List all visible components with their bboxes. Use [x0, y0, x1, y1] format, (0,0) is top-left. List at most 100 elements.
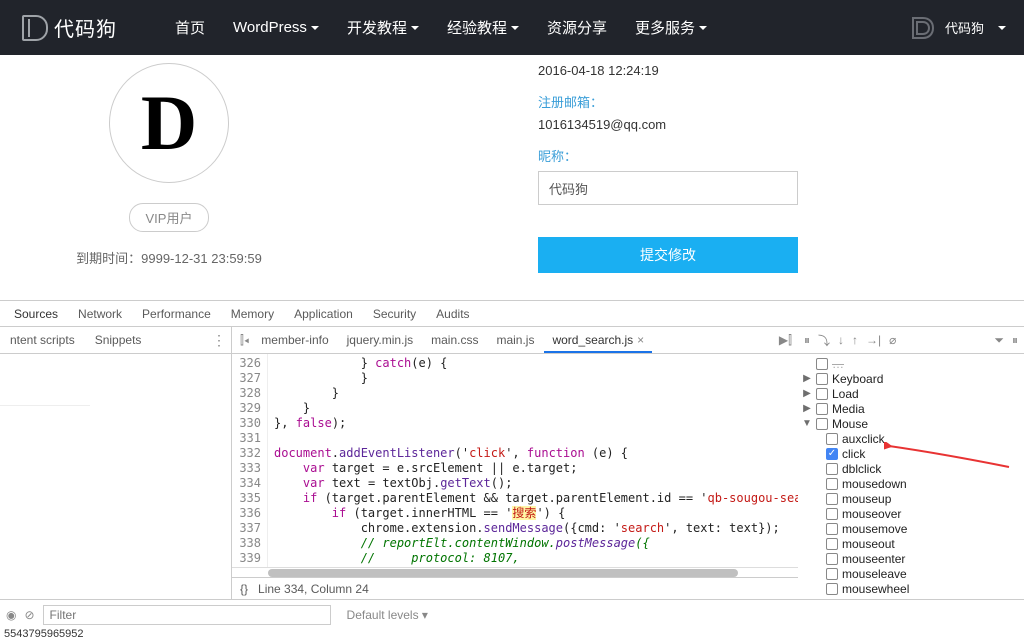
event-category[interactable]: … [798, 356, 1024, 371]
avatar-letter: D [141, 84, 197, 162]
event-listener-click[interactable]: ✓click [798, 446, 1024, 461]
log-levels-dropdown[interactable]: Default levels ▾ [347, 608, 428, 622]
async-icon[interactable]: ⏷ [994, 333, 1004, 348]
nav-item-2[interactable]: 开发教程 [333, 0, 433, 55]
file-tab[interactable]: main.css [423, 327, 486, 354]
step-over-icon[interactable]: ⤵ [818, 332, 830, 349]
step-into-icon[interactable]: ↓ [838, 333, 844, 347]
event-category[interactable]: ▶Load [798, 386, 1024, 401]
file-tab[interactable]: jquery.min.js [339, 327, 421, 354]
devtools-tab-memory[interactable]: Memory [221, 301, 284, 327]
event-listener-mousewheel[interactable]: mousewheel [798, 581, 1024, 596]
devtools-tab-application[interactable]: Application [284, 301, 363, 327]
checkbox[interactable] [816, 373, 828, 385]
checkbox[interactable] [816, 418, 828, 430]
chevron-down-icon [699, 26, 707, 30]
deactivate-bp-icon[interactable]: ⌀ [889, 333, 896, 347]
devtools-tab-network[interactable]: Network [68, 301, 132, 327]
checkbox[interactable] [826, 553, 838, 565]
email-value: 1016134519@qq.com [538, 117, 1024, 132]
devtools-tab-security[interactable]: Security [363, 301, 426, 327]
step-icon[interactable]: →| [866, 333, 881, 347]
checkbox[interactable]: ✓ [826, 448, 838, 460]
page-content: D VIP用户 到期时间：9999-12-31 23:59:59 2016-04… [0, 55, 1024, 300]
event-category[interactable]: ▼Mouse [798, 416, 1024, 431]
event-listener-mouseleave[interactable]: mouseleave [798, 566, 1024, 581]
file-nav-icon[interactable]: ⫿◂ [238, 333, 251, 348]
checkbox[interactable] [826, 538, 838, 550]
more-icon[interactable]: ⋮ [212, 332, 225, 349]
profile-left: D VIP用户 到期时间：9999-12-31 23:59:59 [0, 59, 338, 300]
chevron-down-icon [998, 26, 1006, 30]
nav-item-5[interactable]: 更多服务 [621, 0, 721, 55]
event-listener-mousedown[interactable]: mousedown [798, 476, 1024, 491]
top-nav: 代码狗 首页WordPress开发教程经验教程资源分享更多服务 代码狗 [0, 0, 1024, 55]
clear-icon[interactable]: ⊘ [24, 608, 34, 622]
checkbox[interactable] [826, 433, 838, 445]
event-listener-dblclick[interactable]: dblclick [798, 461, 1024, 476]
console-filter-input[interactable] [43, 605, 331, 625]
close-icon[interactable]: × [637, 333, 644, 347]
event-listener-mouseup[interactable]: mouseup [798, 491, 1024, 506]
code-panel: ⫿◂ member-infojquery.min.jsmain.cssmain.… [232, 327, 798, 599]
pause-on-ex-icon[interactable]: ⏸ [1012, 333, 1018, 348]
file-tab[interactable]: word_search.js× [544, 328, 652, 353]
event-category[interactable]: ▶Keyboard [798, 371, 1024, 386]
line-gutter: 3263273283293303313323333343353363373383… [232, 354, 268, 567]
devtools-tabs: SourcesNetworkPerformanceMemoryApplicati… [0, 301, 1024, 327]
nav-item-1[interactable]: WordPress [219, 0, 333, 55]
file-tab[interactable]: member-info [253, 327, 336, 354]
file-tab[interactable]: main.js [488, 327, 542, 354]
checkbox[interactable] [826, 478, 838, 490]
nav-item-3[interactable]: 经验教程 [433, 0, 533, 55]
checkbox[interactable] [826, 493, 838, 505]
event-listener-mouseenter[interactable]: mouseenter [798, 551, 1024, 566]
checkbox[interactable] [826, 583, 838, 595]
user-avatar-icon[interactable] [909, 15, 935, 41]
checkbox[interactable] [826, 508, 838, 520]
chevron-down-icon [511, 26, 519, 30]
footer-number: 5543795965952 [0, 626, 88, 642]
submit-button[interactable]: 提交修改 [538, 237, 798, 273]
chevron-down-icon [411, 26, 419, 30]
braces-icon[interactable]: {} [240, 582, 248, 596]
horizontal-scrollbar[interactable] [232, 567, 798, 577]
checkbox[interactable] [826, 568, 838, 580]
vip-badge: VIP用户 [129, 203, 210, 232]
nick-label: 昵称： [538, 146, 1024, 165]
checkbox[interactable] [826, 523, 838, 535]
devtools-tab-performance[interactable]: Performance [132, 301, 221, 327]
avatar: D [109, 63, 229, 183]
devtools-tab-sources[interactable]: Sources [4, 301, 68, 327]
user-menu[interactable]: 代码狗 [945, 18, 984, 37]
nav-item-0[interactable]: 首页 [161, 0, 219, 55]
step-out-icon[interactable]: ↑ [852, 333, 858, 347]
pause-icon[interactable]: ⏸ [804, 333, 810, 348]
code-area[interactable]: } catch(e) { } } } }, false); document.a… [268, 354, 798, 567]
event-listener-mouseout[interactable]: mouseout [798, 536, 1024, 551]
nickname-input[interactable] [538, 171, 798, 205]
checkbox[interactable] [826, 463, 838, 475]
console-bar: ◉ ⊘ Default levels ▾ [0, 599, 1024, 629]
nav-item-4[interactable]: 资源分享 [533, 0, 621, 55]
site-logo[interactable]: 代码狗 [8, 13, 131, 42]
sidebar-tab[interactable]: ntent scripts [0, 327, 85, 354]
event-listener-mouseover[interactable]: mouseover [798, 506, 1024, 521]
logo-icon [22, 15, 48, 41]
chevron-down-icon [311, 26, 319, 30]
expire-value: 9999-12-31 23:59:59 [141, 251, 262, 266]
run-snippet-icon[interactable]: ▶⫿ [779, 333, 792, 348]
checkbox[interactable] [816, 388, 828, 400]
event-category[interactable]: ▶Media [798, 401, 1024, 416]
register-time-value: 2016-04-18 12:24:19 [538, 63, 1024, 78]
sidebar-tab[interactable]: Snippets [85, 327, 152, 354]
expire-label: 到期时间： [76, 251, 141, 266]
checkbox[interactable] [816, 403, 828, 415]
event-listener-auxclick[interactable]: auxclick [798, 431, 1024, 446]
eye-icon[interactable]: ◉ [6, 608, 16, 622]
devtools-tab-audits[interactable]: Audits [426, 301, 479, 327]
event-listener-mousemove[interactable]: mousemove [798, 521, 1024, 536]
chevron-right-icon: ▶ [802, 388, 812, 399]
debugger-toolbar: ⏸ ⤵ ↓ ↑ →| ⌀ ⏷ ⏸ [798, 327, 1024, 354]
chevron-down-icon: ▼ [802, 418, 812, 429]
